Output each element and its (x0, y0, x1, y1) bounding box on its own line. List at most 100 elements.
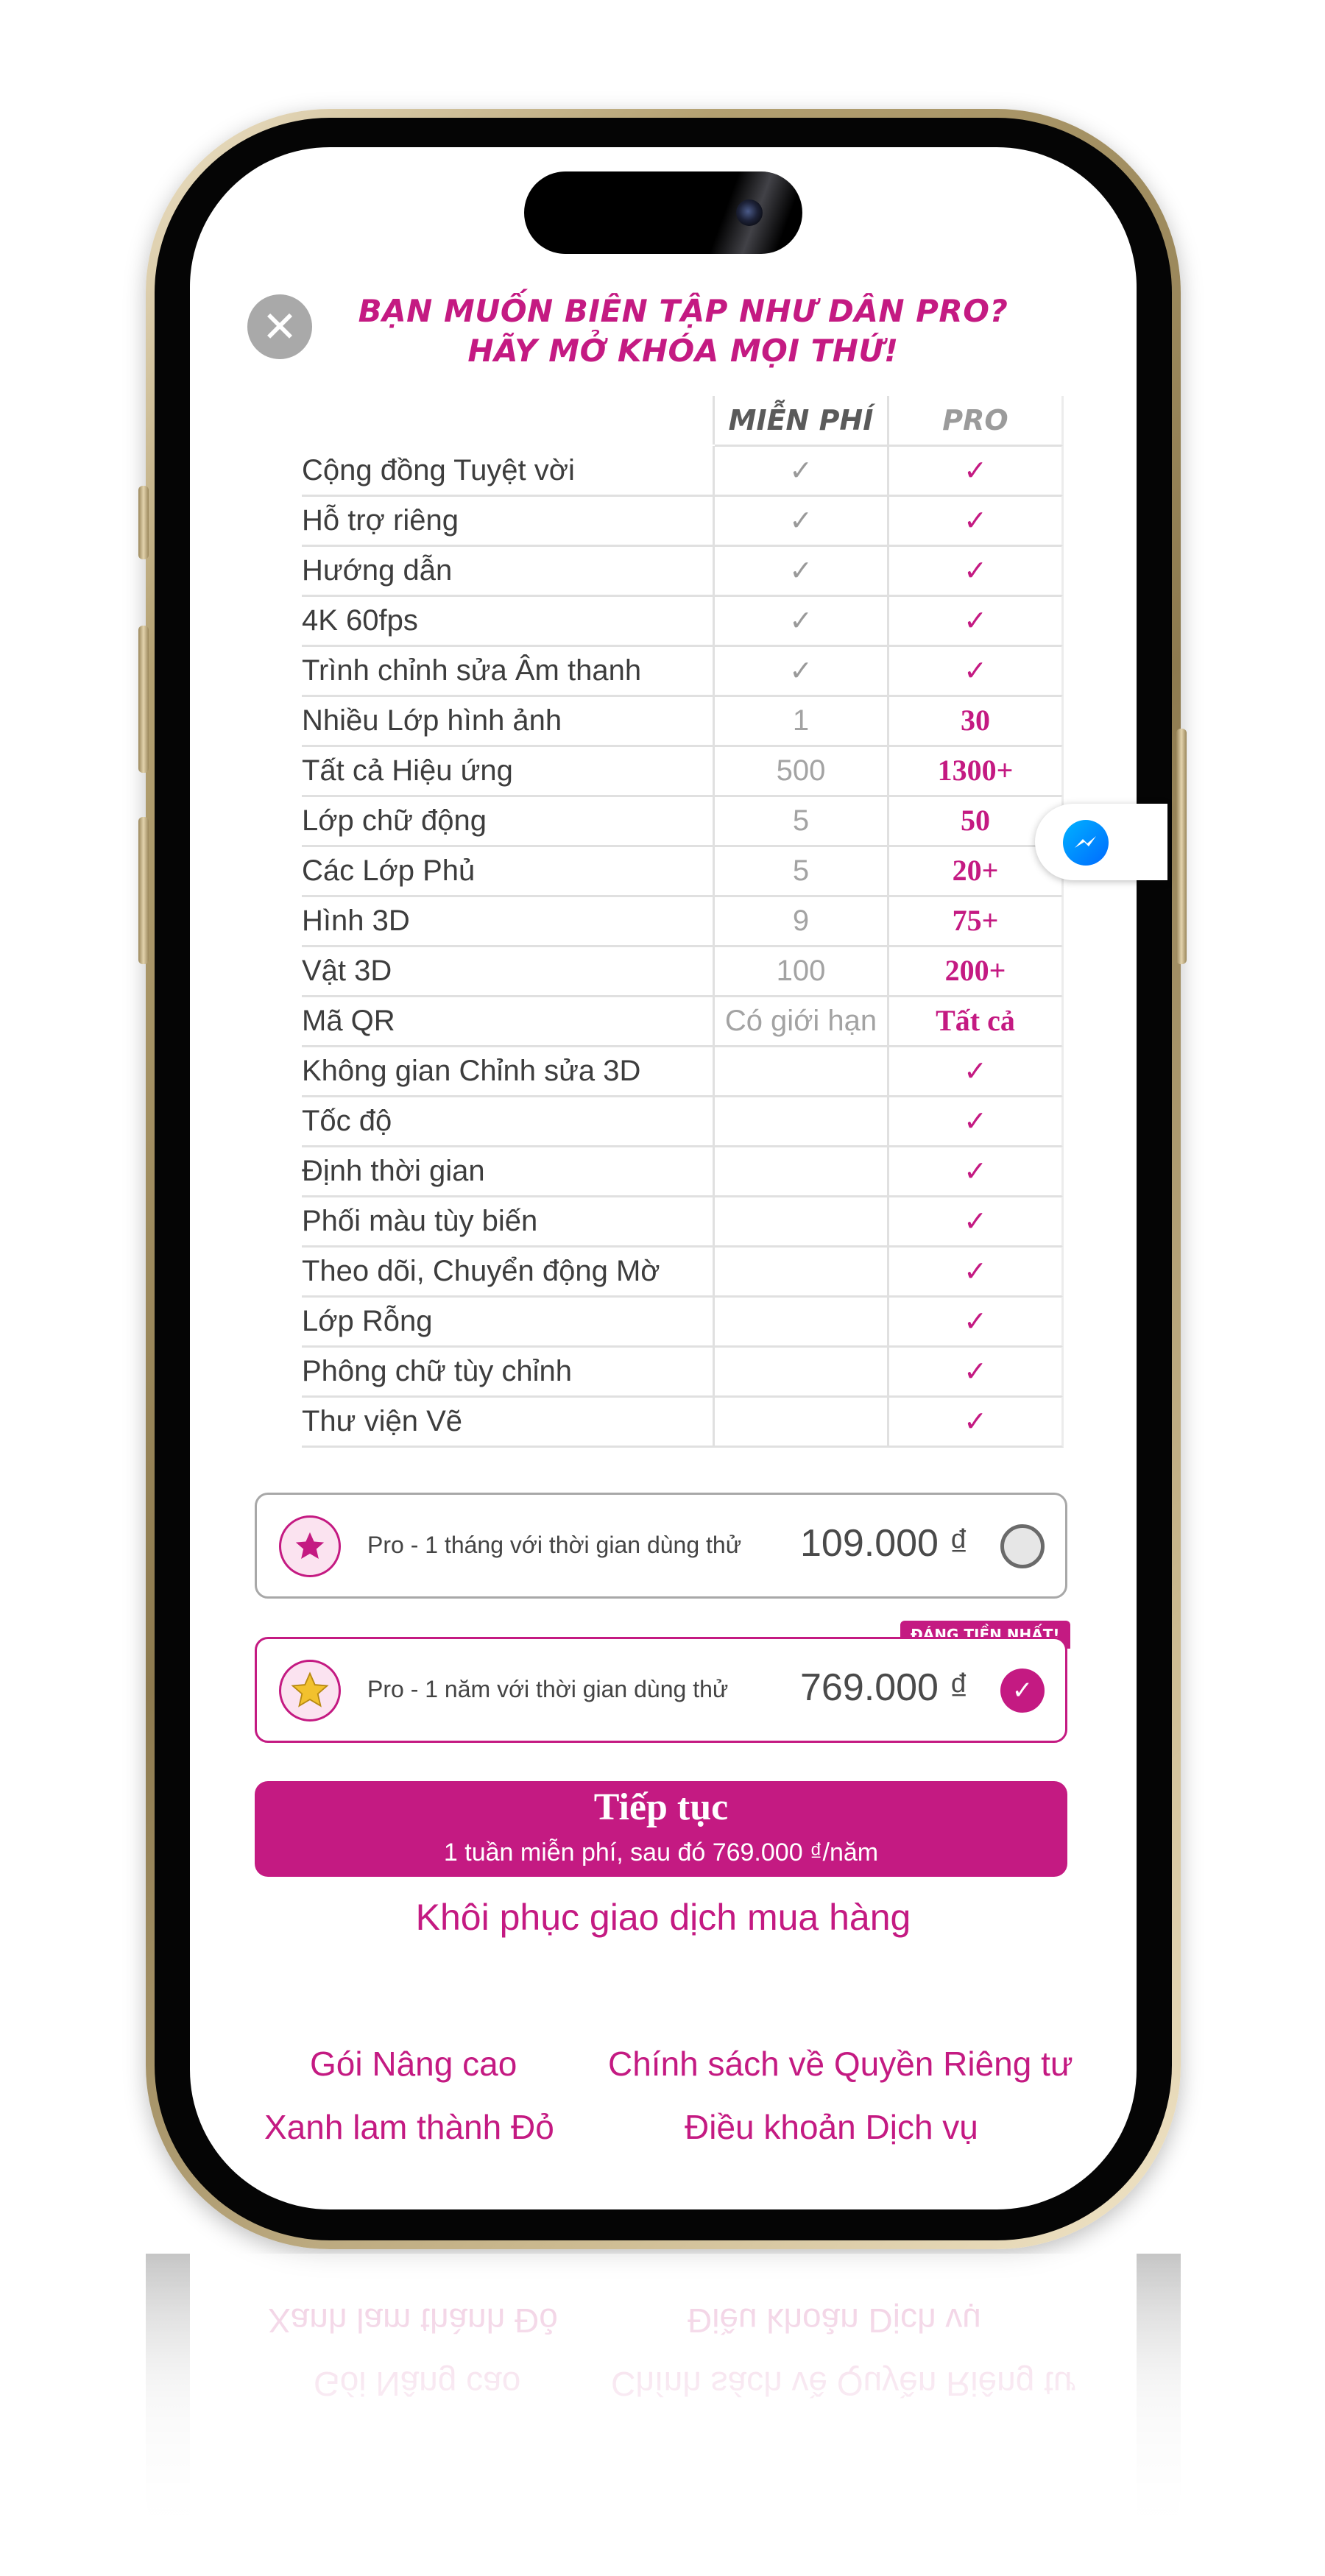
checkmark-icon: ✓ (789, 654, 813, 687)
free-value: ✓ (715, 496, 889, 547)
pro-value: 30 (889, 696, 1064, 747)
side-button-power (1176, 729, 1187, 964)
plan-monthly-title: Pro - 1 tháng với thời gian dùng thử (367, 1532, 742, 1558)
side-button-volume-down (138, 817, 149, 964)
pro-value: 200+ (889, 946, 1064, 997)
table-row: Hỗ trợ riêng ✓ ✓ (302, 496, 1064, 547)
column-header-free: MIỄN PHÍ (715, 396, 889, 447)
plan-option-yearly[interactable]: Pro - 1 năm với thời gian dùng thử 769.0… (255, 1637, 1067, 1743)
table-row: Thư viện Vẽ ✓ (302, 1397, 1064, 1448)
feature-label: Cộng đồng Tuyệt vời (302, 446, 715, 497)
table-row: Hình 3D 9 75+ (302, 896, 1064, 947)
free-value: 5 (715, 796, 889, 847)
pro-value: ✓ (889, 546, 1064, 597)
messenger-chat-button[interactable] (1035, 804, 1167, 880)
feature-label: Lớp Rỗng (302, 1297, 715, 1348)
table-row: Tất cả Hiệu ứng 500 1300+ (302, 746, 1064, 797)
star-icon (279, 1515, 341, 1577)
pro-value: ✓ (889, 496, 1064, 547)
feature-label: Tất cả Hiệu ứng (302, 746, 715, 797)
continue-button-label: Tiếp tục (593, 1786, 729, 1828)
continue-button[interactable]: Tiếp tục 1 tuần miễn phí, sau đó 769.000… (255, 1781, 1067, 1877)
pro-value: ✓ (889, 1297, 1064, 1348)
checkmark-icon: ✓ (964, 1255, 987, 1287)
messenger-icon (1063, 820, 1109, 866)
plan-option-monthly[interactable]: Pro - 1 tháng với thời gian dùng thử 109… (255, 1493, 1067, 1599)
checkmark-icon: ✓ (964, 654, 987, 687)
feature-label: Nhiều Lớp hình ảnh (302, 696, 715, 747)
plan-yearly-title: Pro - 1 năm với thời gian dùng thử (367, 1676, 729, 1702)
plan-yearly-radio-checked[interactable]: ✓ (1000, 1669, 1045, 1713)
feature-label: Hướng dẫn (302, 546, 715, 597)
feature-comparison-table: MIỄN PHÍ PRO Cộng đồng Tuyệt vời ✓ ✓ Hỗ trợ… (302, 396, 1064, 1448)
table-row: Vật 3D 100 200+ (302, 946, 1064, 997)
feature-label: Tốc độ (302, 1097, 715, 1147)
feature-label: 4K 60fps (302, 596, 715, 647)
table-row: Phối màu tùy biến ✓ (302, 1197, 1064, 1248)
table-row: Mã QR Có giới hạn Tất cả (302, 997, 1064, 1047)
free-value: 9 (715, 896, 889, 947)
terms-of-service-link[interactable]: Điều khoản Dịch vụ (685, 2107, 978, 2147)
checkmark-icon: ✓ (964, 554, 987, 587)
free-value (715, 1047, 889, 1097)
header-label-cell (302, 396, 715, 445)
plan-yearly-price: 769.000 ₫ (800, 1666, 969, 1709)
checkmark-icon: ✓ (964, 1055, 987, 1087)
table-row: Không gian Chỉnh sửa 3D ✓ (302, 1047, 1064, 1097)
checkmark-icon: ✓ (964, 454, 987, 486)
camera-icon (736, 199, 763, 226)
side-button-action (138, 486, 149, 559)
free-value (715, 1397, 889, 1448)
free-value: 100 (715, 946, 889, 997)
checkmark-icon: ✓ (789, 604, 813, 637)
plan-monthly-price: 109.000 ₫ (800, 1522, 969, 1565)
pro-value: ✓ (889, 1047, 1064, 1097)
advanced-plan-link[interactable]: Gói Nâng cao (310, 2044, 517, 2084)
checkmark-icon: ✓ (964, 1305, 987, 1337)
column-header-pro: PRO (889, 396, 1064, 447)
close-button[interactable]: ✕ (247, 294, 312, 359)
privacy-policy-link[interactable]: Chính sách về Quyền Riêng tư (608, 2044, 1073, 2084)
dynamic-island (524, 171, 802, 254)
continue-button-sublabel: 1 tuần miễn phí, sau đó 769.000 ₫/năm (443, 1839, 879, 1866)
table-row: 4K 60fps ✓ ✓ (302, 596, 1064, 647)
free-value: 1 (715, 696, 889, 747)
feature-label: Thư viện Vẽ (302, 1397, 715, 1448)
pro-value: Tất cả (889, 997, 1064, 1047)
free-value: Có giới hạn (715, 997, 889, 1047)
blue-to-red-link[interactable]: Xanh lam thành Đỏ (264, 2107, 554, 2147)
table-row: Hướng dẫn ✓ ✓ (302, 546, 1064, 597)
table-row: Theo dõi, Chuyển động Mờ ✓ (302, 1247, 1064, 1298)
checkmark-icon: ✓ (789, 454, 813, 486)
checkmark-icon: ✓ (964, 604, 987, 637)
feature-label: Vật 3D (302, 946, 715, 997)
free-value (715, 1097, 889, 1147)
free-value (715, 1297, 889, 1348)
checkmark-icon: ✓ (789, 554, 813, 587)
pro-value: ✓ (889, 1097, 1064, 1147)
checkmark-icon: ✓ (964, 1155, 987, 1187)
feature-label: Hỗ trợ riêng (302, 496, 715, 547)
pro-value: ✓ (889, 1147, 1064, 1197)
free-value (715, 1147, 889, 1197)
free-value: ✓ (715, 596, 889, 647)
reflection-fade (0, 2254, 1325, 2576)
table-row: Lớp Rỗng ✓ (302, 1297, 1064, 1348)
pro-value: ✓ (889, 1397, 1064, 1448)
table-row: Phông chữ tùy chỉnh ✓ (302, 1347, 1064, 1398)
restore-purchases-link[interactable]: Khôi phục giao dịch mua hàng (190, 1896, 1137, 1939)
feature-label: Lớp chữ động (302, 796, 715, 847)
checkmark-icon: ✓ (964, 504, 987, 537)
pro-value: ✓ (889, 1247, 1064, 1298)
checkmark-icon: ✓ (964, 1355, 987, 1387)
table-row: Lớp chữ động 5 50 (302, 796, 1064, 847)
free-value (715, 1197, 889, 1248)
checkmark-icon: ✓ (964, 1205, 987, 1237)
table-row: Nhiều Lớp hình ảnh 1 30 (302, 696, 1064, 747)
feature-label: Không gian Chỉnh sửa 3D (302, 1047, 715, 1097)
table-row: Các Lớp Phủ 5 20+ (302, 846, 1064, 897)
feature-label: Định thời gian (302, 1147, 715, 1197)
pro-value: 75+ (889, 896, 1064, 947)
plan-monthly-radio[interactable] (1000, 1524, 1045, 1568)
table-row: Trình chỉnh sửa Âm thanh ✓ ✓ (302, 646, 1064, 697)
